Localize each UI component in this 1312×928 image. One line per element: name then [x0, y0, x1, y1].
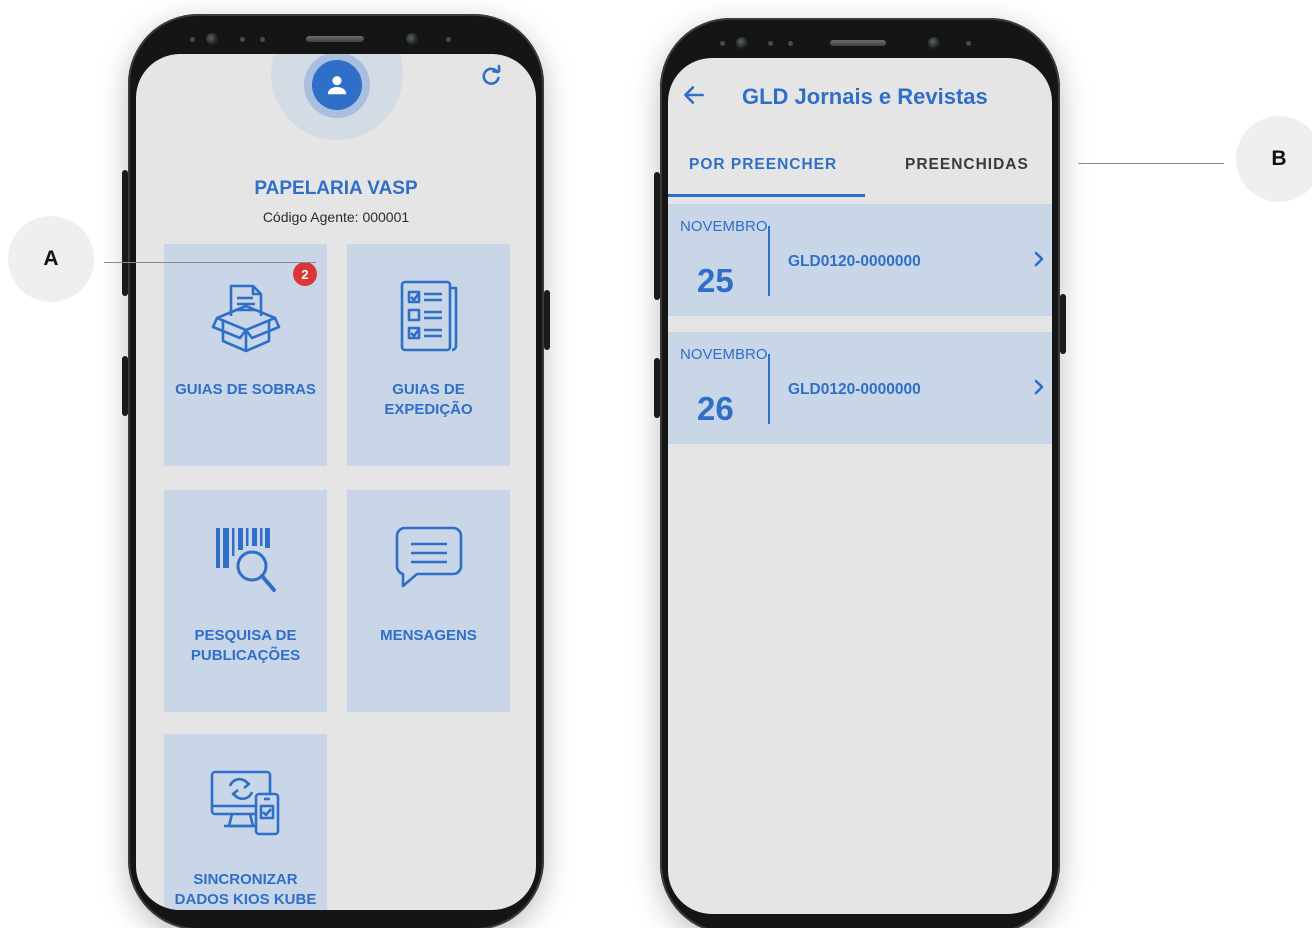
sensor-icon — [736, 37, 748, 49]
sensor-dot — [446, 37, 451, 42]
tile-label: MENSAGENS — [380, 627, 477, 644]
tile-label: GUIAS DE EXPEDIÇÃO — [384, 381, 473, 418]
chevron-right-icon — [1034, 379, 1044, 395]
phone-frame-home: PAPELARIA VASP Código Agente: 000001 GUI… — [122, 14, 550, 928]
tile-sincronizar-dados[interactable]: SINCRONIZAR DADOS KIOS KUBE — [164, 734, 327, 910]
volume-button — [122, 170, 128, 296]
item-divider — [768, 226, 770, 296]
bixby-button — [654, 358, 660, 418]
power-button — [544, 290, 550, 350]
chevron-right-icon — [1034, 251, 1044, 267]
front-camera-icon — [406, 33, 418, 45]
callout-b: B — [1236, 116, 1312, 202]
barcode-search-icon — [215, 528, 276, 592]
page-title: GLD Jornais e Revistas — [742, 84, 988, 109]
message-icon — [395, 526, 462, 588]
tile-mensagens[interactable]: MENSAGENS — [347, 490, 510, 712]
item-month: NOVEMBRO — [680, 346, 768, 363]
user-icon — [327, 76, 347, 95]
tile-guias-de-expedicao[interactable]: GUIAS DE EXPEDIÇÃO — [347, 244, 510, 466]
earpiece-speaker — [830, 40, 886, 46]
notification-badge: 2 — [293, 262, 317, 286]
guides-list-screen: GLD Jornais e Revistas POR PREENCHER PRE… — [668, 58, 1052, 914]
callout-leader-line-a — [104, 262, 316, 263]
agent-code: Código Agente: 000001 — [262, 209, 410, 225]
home-screen: PAPELARIA VASP Código Agente: 000001 GUI… — [136, 54, 536, 910]
sensor-dot — [966, 41, 971, 46]
sensor-dot — [190, 37, 195, 42]
item-guide-number: GLD0120-0000000 — [788, 381, 921, 398]
box-document-icon — [211, 284, 280, 353]
bixby-button — [122, 356, 128, 416]
tile-label: GUIAS DE SOBRAS — [175, 381, 316, 398]
back-arrow-icon[interactable] — [681, 82, 707, 108]
list-item[interactable]: NOVEMBRO 26 GLD0120-0000000 — [668, 332, 1052, 444]
refresh-icon[interactable] — [479, 64, 503, 88]
sensor-dot — [260, 37, 265, 42]
sensor-dot — [788, 41, 793, 46]
tile-label: PESQUISA DE PUBLICAÇÕES — [190, 627, 301, 664]
sensor-dot — [240, 37, 245, 42]
tab-por-preencher[interactable]: POR PREENCHER — [689, 156, 837, 174]
item-month: NOVEMBRO — [680, 218, 768, 235]
sensor-dot — [768, 41, 773, 46]
phone-frame-list: GLD Jornais e Revistas POR PREENCHER PRE… — [654, 18, 1066, 928]
tile-pesquisa-de-publicacoes[interactable]: PESQUISA DE PUBLICAÇÕES — [164, 490, 327, 712]
earpiece-speaker — [306, 36, 364, 42]
callout-leader-line-b — [1078, 163, 1224, 164]
item-guide-number: GLD0120-0000000 — [788, 253, 921, 270]
sensor-icon — [206, 33, 218, 45]
item-day: 25 — [697, 262, 734, 299]
front-camera-icon — [928, 37, 940, 49]
tab-active-indicator — [668, 194, 865, 197]
tile-label: SINCRONIZAR DADOS KIOS KUBE — [174, 871, 317, 908]
item-day: 26 — [697, 390, 734, 427]
newspaper-checklist-icon — [400, 280, 457, 352]
list-item[interactable]: NOVEMBRO 25 GLD0120-0000000 — [668, 204, 1052, 316]
tab-preenchidas[interactable]: PREENCHIDAS — [905, 156, 1029, 174]
callout-a: A — [8, 216, 94, 302]
volume-button — [654, 172, 660, 300]
power-button — [1060, 294, 1066, 354]
avatar[interactable] — [312, 60, 362, 110]
sensor-dot — [720, 41, 725, 46]
item-divider — [768, 354, 770, 424]
store-name: PAPELARIA VASP — [254, 178, 418, 199]
sync-devices-icon — [210, 770, 279, 836]
